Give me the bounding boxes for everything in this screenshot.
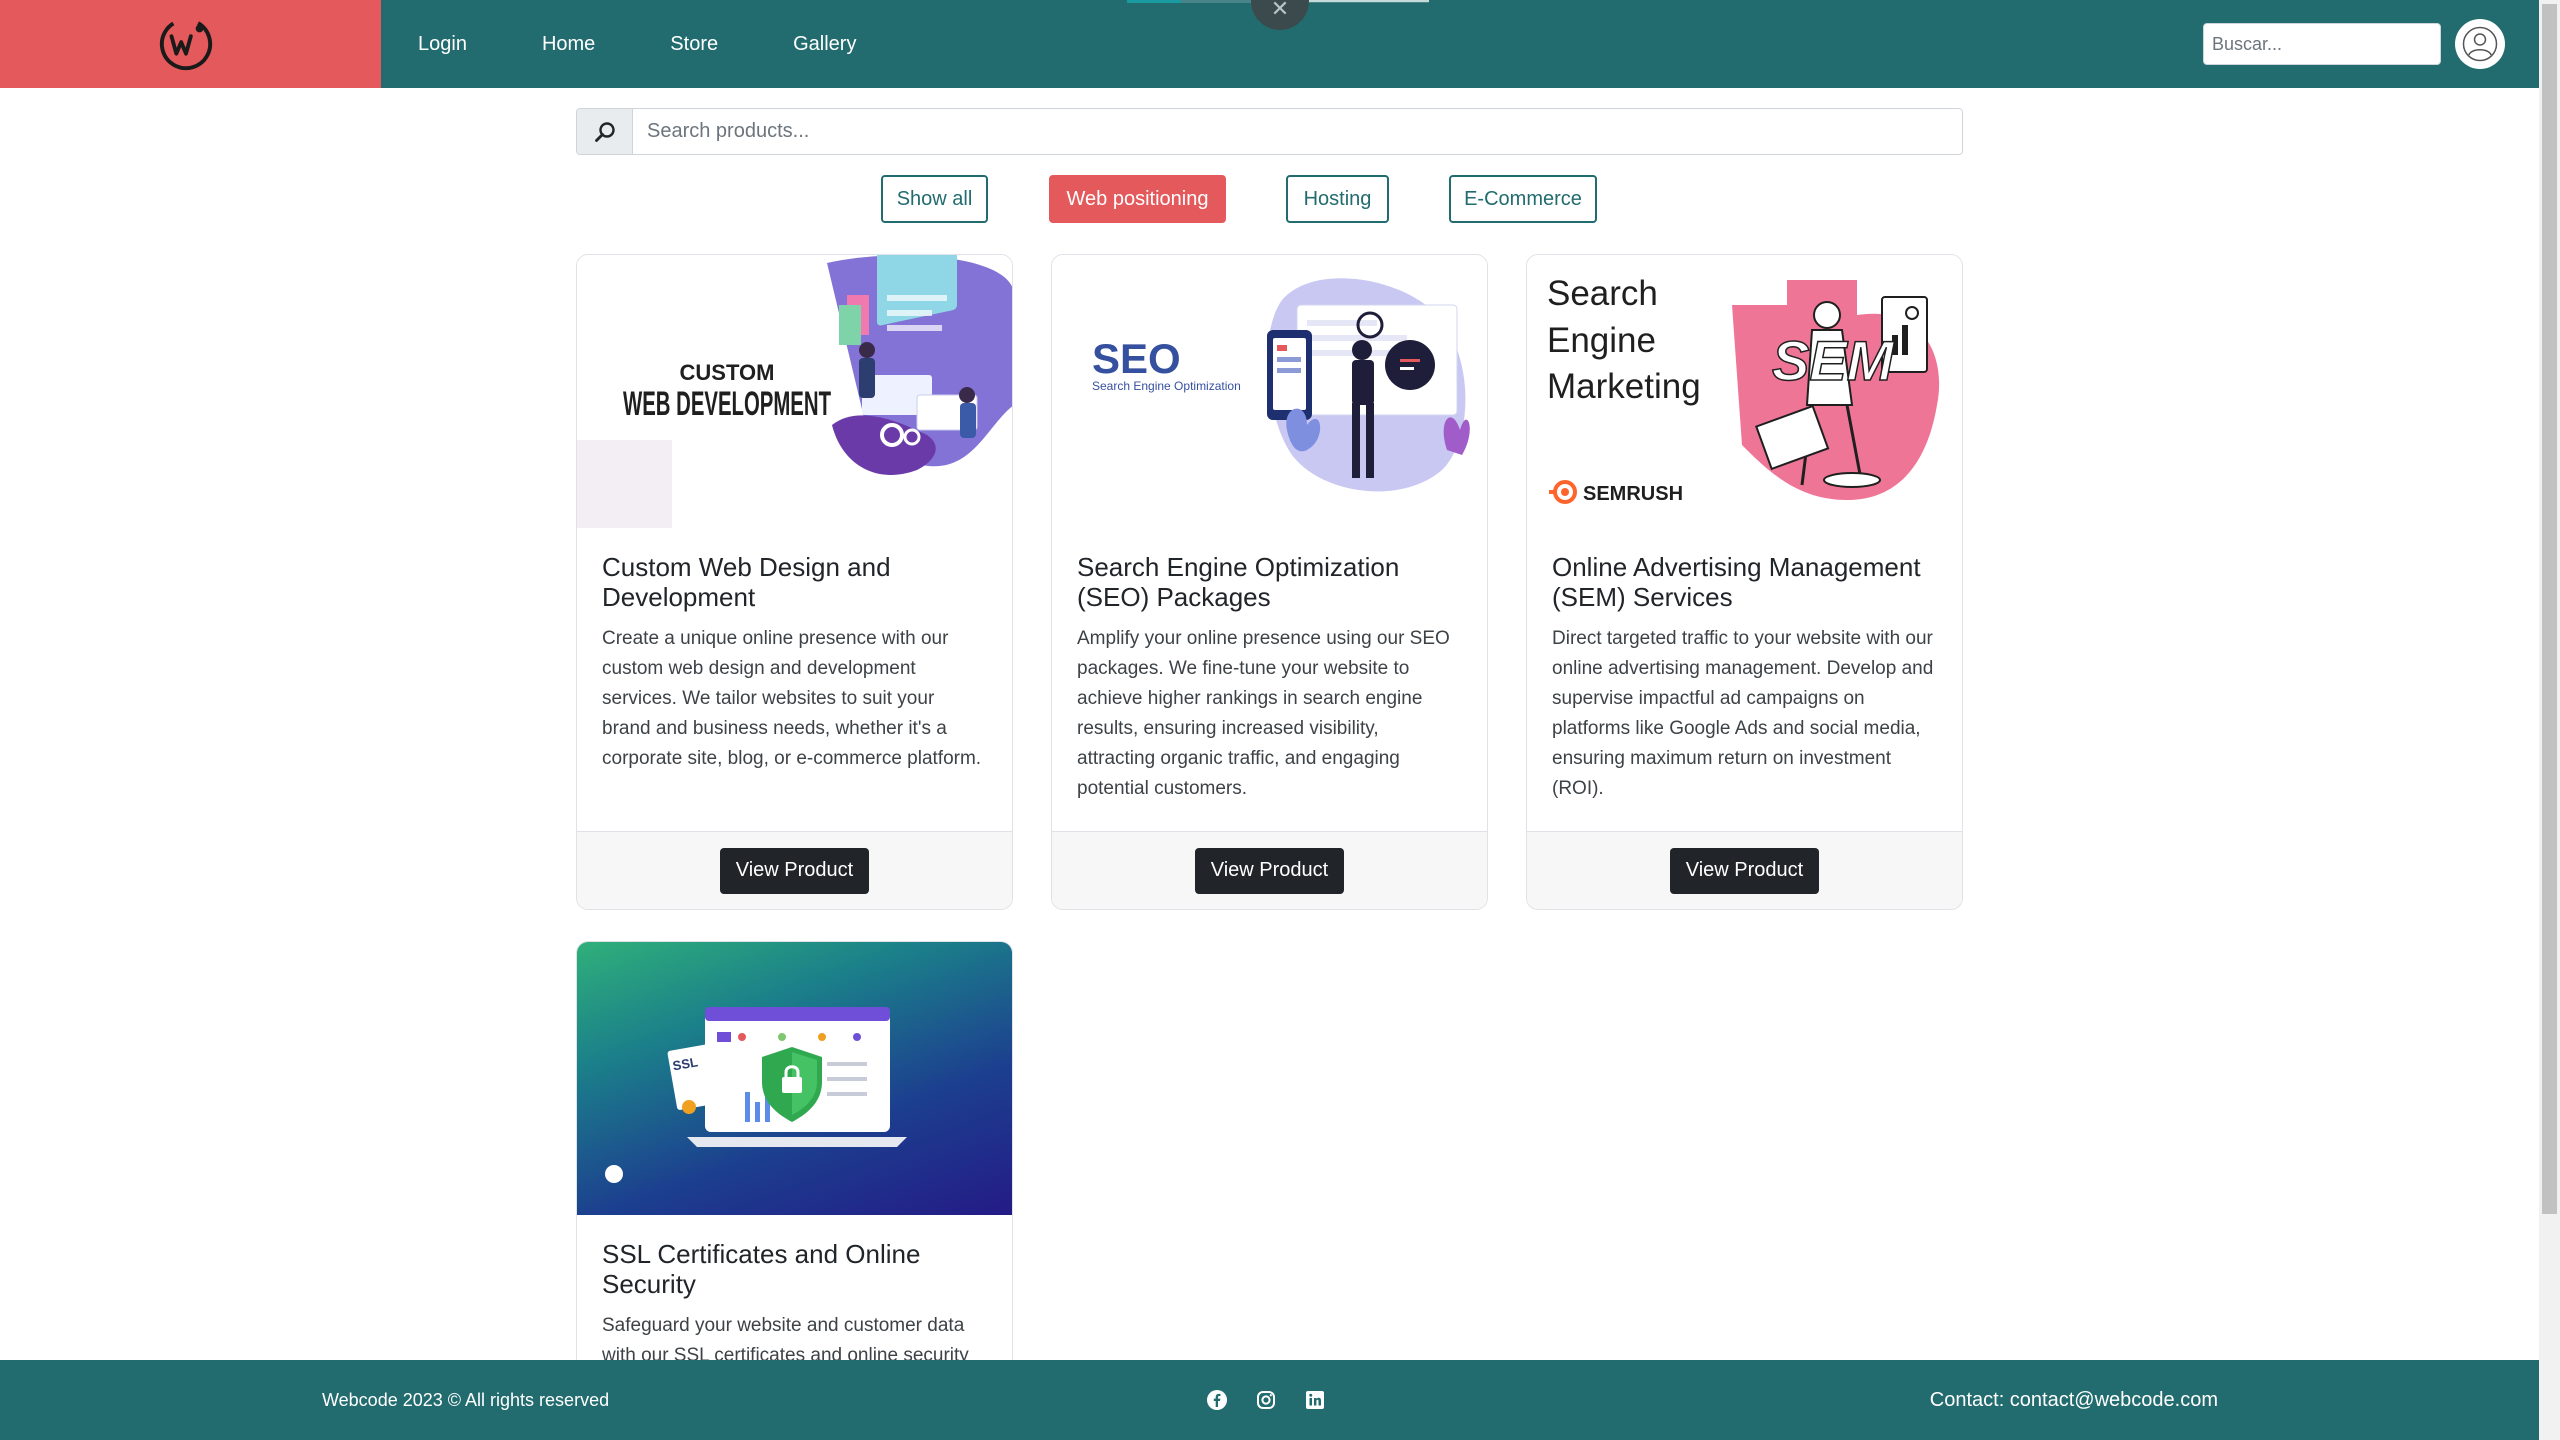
nav-login[interactable]: Login xyxy=(418,33,467,56)
product-card: SSL SSL Certificates and Online Security… xyxy=(576,941,1013,1401)
web-development-illustration: CUSTOM WEB DEVELOPMENT xyxy=(577,255,1012,528)
instagram-icon[interactable] xyxy=(1255,1389,1277,1411)
image-text-seo-subtitle: Search Engine Optimization xyxy=(1092,379,1241,393)
linkedin-icon[interactable] xyxy=(1304,1389,1326,1411)
header-actions xyxy=(2203,0,2539,88)
filter-show-all[interactable]: Show all xyxy=(881,175,988,223)
page-footer: Webcode 2023 © All rights reserved Conta… xyxy=(0,1360,2539,1440)
loading-progress-fill xyxy=(1127,0,1182,3)
search-button[interactable] xyxy=(577,109,633,154)
webcode-logo-icon[interactable] xyxy=(157,15,215,73)
scrollbar-thumb[interactable] xyxy=(2542,4,2557,1214)
loading-progress-track xyxy=(1293,0,1429,2)
card-title: Search Engine Optimization (SEO) Package… xyxy=(1077,552,1400,612)
nav-gallery[interactable]: Gallery xyxy=(793,33,856,56)
user-avatar[interactable] xyxy=(2455,19,2505,69)
product-image-seo: SEO Search Engine Optimization xyxy=(1052,255,1487,528)
page-scrollbar[interactable] xyxy=(2539,0,2560,1440)
view-product-button[interactable]: View Product xyxy=(1669,847,1820,894)
image-text-custom: CUSTOM xyxy=(680,360,775,385)
filter-web-positioning[interactable]: Web positioning xyxy=(1049,175,1226,223)
product-image-web-development: CUSTOM WEB DEVELOPMENT xyxy=(577,255,1012,528)
semrush-logo-icon xyxy=(1549,480,1577,504)
nav-home[interactable]: Home xyxy=(542,33,595,56)
image-text-marketing: Marketing xyxy=(1547,367,1701,406)
card-title: SSL Certificates and Online Security xyxy=(602,1239,921,1299)
view-product-button[interactable]: View Product xyxy=(1194,847,1345,894)
header-search-input[interactable] xyxy=(2203,23,2441,65)
image-text-sem: SEM xyxy=(1772,329,1895,392)
product-card: SEO Search Engine Optimization Search En… xyxy=(1051,254,1488,910)
card-title: Custom Web Design and Development xyxy=(602,552,891,612)
seo-illustration: SEO Search Engine Optimization xyxy=(1092,278,1470,492)
image-text-seo: SEO xyxy=(1092,335,1181,382)
card-body: Search Engine Optimization (SEO) Package… xyxy=(1052,528,1487,804)
footer-copyright: Webcode 2023 © All rights reserved xyxy=(322,1389,610,1410)
product-card: CUSTOM WEB DEVELOPMENT Custom Web Design… xyxy=(576,254,1013,910)
card-footer: View Product xyxy=(1527,831,1962,909)
card-body: Online Advertising Management (SEM) Serv… xyxy=(1527,528,1962,804)
main-nav: Login Home Store Gallery xyxy=(418,0,931,88)
card-title: Online Advertising Management (SEM) Serv… xyxy=(1552,552,1921,612)
product-image-sem: SEM Search Engine Marketing SEMRUSH xyxy=(1527,255,1962,528)
view-product-button[interactable]: View Product xyxy=(719,847,870,894)
ssl-illustration: SSL xyxy=(605,1007,907,1183)
card-description: Create a unique online presence with our… xyxy=(602,628,982,769)
image-text-engine: Engine xyxy=(1547,321,1656,360)
category-filters: Show all Web positioning Hosting E-Comme… xyxy=(0,175,2539,223)
image-text-semrush: SEMRUSH xyxy=(1583,483,1683,505)
card-footer: View Product xyxy=(577,831,1012,909)
footer-social-links xyxy=(1206,1360,1326,1440)
product-card: SEM Search Engine Marketing SEMRUSH Onli… xyxy=(1526,254,1963,910)
card-footer: View Product xyxy=(1052,831,1487,909)
card-description: Amplify your online presence using our S… xyxy=(1077,628,1450,799)
brand-area[interactable] xyxy=(0,0,381,88)
card-description: Direct targeted traffic to your website … xyxy=(1552,628,1934,799)
product-search-group xyxy=(576,108,1963,155)
user-icon xyxy=(2462,26,2498,62)
card-body: SSL Certificates and Online Security Saf… xyxy=(577,1215,1012,1371)
card-body: Custom Web Design and Development Create… xyxy=(577,528,1012,774)
footer-contact[interactable]: Contact: contact@webcode.com xyxy=(1930,1360,2218,1440)
close-icon[interactable]: ✕ xyxy=(1251,0,1309,30)
product-search-input[interactable] xyxy=(633,109,1962,154)
image-text-search: Search xyxy=(1547,274,1658,313)
facebook-icon[interactable] xyxy=(1206,1389,1228,1411)
search-icon xyxy=(594,121,615,142)
filter-e-commerce[interactable]: E-Commerce xyxy=(1449,175,1597,223)
filter-hosting[interactable]: Hosting xyxy=(1286,175,1389,223)
top-navbar: Login Home Store Gallery ✕ xyxy=(0,0,2539,88)
sem-illustration: SEM Search Engine Marketing SEMRUSH xyxy=(1547,274,1940,505)
product-image-ssl: SSL xyxy=(577,942,1012,1215)
nav-store[interactable]: Store xyxy=(670,33,718,56)
image-text-web-development: WEB DEVELOPMENT xyxy=(623,385,831,423)
